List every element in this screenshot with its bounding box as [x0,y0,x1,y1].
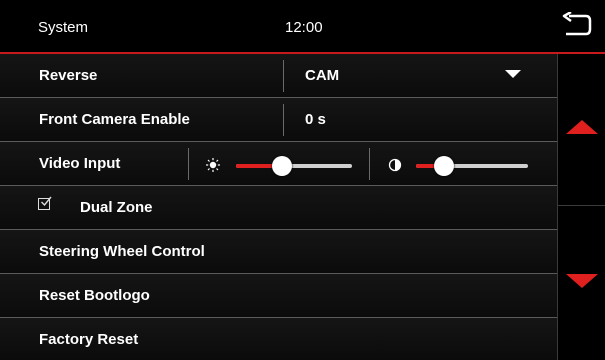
column-separator [188,148,189,180]
front-camera-label: Front Camera Enable [39,111,190,128]
scroll-down-arrow-icon[interactable] [566,274,598,288]
column-separator [283,104,284,136]
checkbox-checked-icon[interactable] [38,196,52,210]
page-title: System [38,19,89,36]
reset-bootlogo-label: Reset Bootlogo [39,287,150,304]
contrast-slider-knob[interactable] [434,156,454,176]
steering-label: Steering Wheel Control [39,243,205,260]
scroll-divider [558,205,605,206]
factory-reset-label: Factory Reset [39,331,139,348]
clock: 12:00 [285,19,323,36]
column-separator [283,60,284,92]
brightness-slider[interactable] [236,156,352,176]
front-camera-value[interactable]: 0 s [305,111,326,128]
setting-row-front-camera[interactable]: Front Camera Enable 0 s [0,98,557,142]
setting-row-factory-reset[interactable]: Factory Reset [0,318,557,360]
sun-icon [206,158,220,172]
setting-row-steering[interactable]: Steering Wheel Control [0,230,557,274]
reverse-label: Reverse [39,67,98,84]
brightness-slider-knob[interactable] [272,156,292,176]
setting-row-dual-zone[interactable]: Dual Zone [0,186,557,230]
back-arrow-icon[interactable] [560,10,592,38]
reverse-value[interactable]: CAM [305,67,339,84]
scroll-panel [557,54,605,360]
setting-row-reset-bootlogo[interactable]: Reset Bootlogo [0,274,557,318]
dual-zone-label: Dual Zone [80,199,153,216]
column-separator [369,148,370,180]
setting-row-video-input: Video Input [0,142,557,186]
settings-list: Reverse CAM Front Camera Enable 0 s Vide… [0,54,557,360]
scroll-up-arrow-icon[interactable] [566,120,598,134]
video-input-label: Video Input [39,155,121,172]
contrast-slider[interactable] [416,156,528,176]
title-bar: System 12:00 [0,0,605,54]
contrast-icon [388,158,402,172]
setting-row-reverse[interactable]: Reverse CAM [0,54,557,98]
dropdown-triangle-icon[interactable] [505,70,521,78]
